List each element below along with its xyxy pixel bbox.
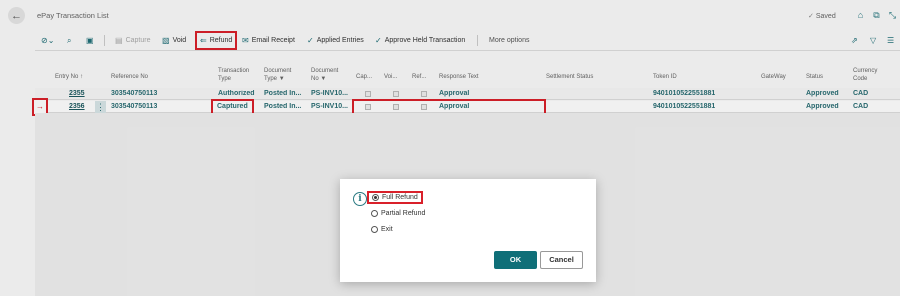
- page: ← ePay Transaction List ✓ Saved ⌂ ⧉ ⤡ ⊘⌄ …: [0, 0, 900, 296]
- refund-dialog: i Full Refund Partial Refund Exit OK Can…: [340, 179, 596, 282]
- ok-button[interactable]: OK: [494, 251, 537, 269]
- radio-button[interactable]: [371, 226, 378, 233]
- full-refund-option[interactable]: Full Refund: [367, 191, 423, 204]
- cancel-button[interactable]: Cancel: [540, 251, 583, 269]
- info-icon: i: [353, 192, 367, 206]
- radio-button[interactable]: [372, 194, 379, 201]
- partial-refund-option[interactable]: Partial Refund: [371, 210, 425, 217]
- radio-button[interactable]: [371, 210, 378, 217]
- exit-option[interactable]: Exit: [371, 226, 393, 233]
